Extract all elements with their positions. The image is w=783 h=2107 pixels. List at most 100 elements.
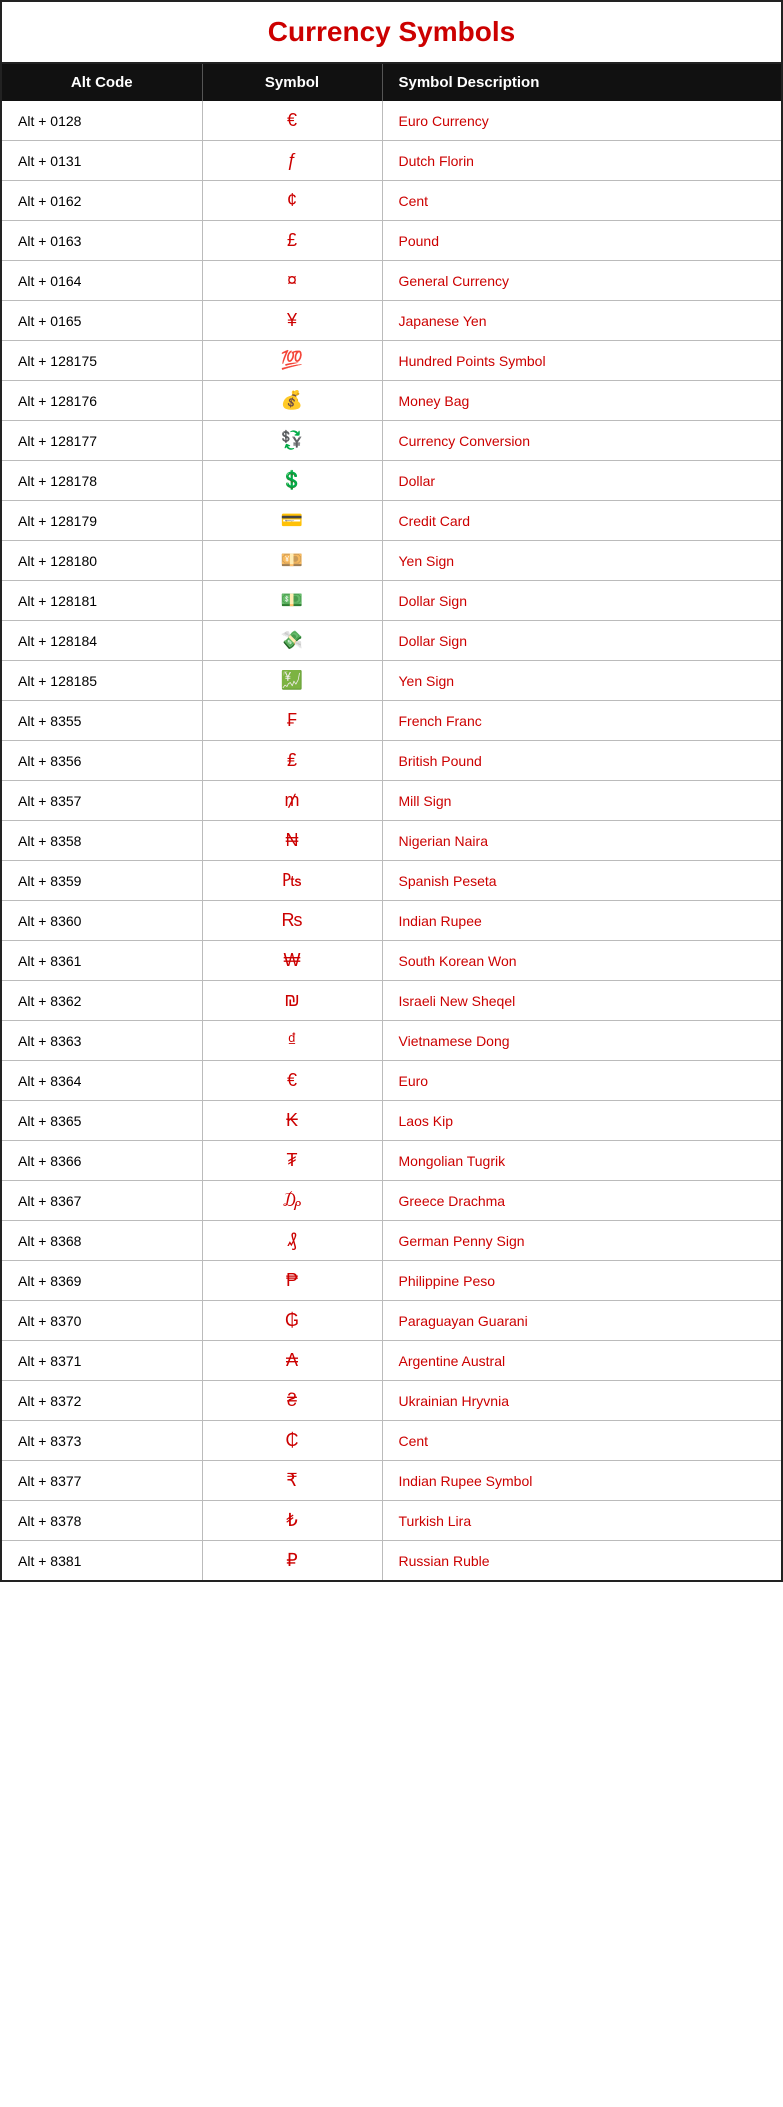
description-cell: South Korean Won (382, 941, 781, 981)
description-cell: Euro (382, 1061, 781, 1101)
description-cell: Japanese Yen (382, 301, 781, 341)
altcode-cell: Alt + 128181 (2, 581, 202, 621)
altcode-cell: Alt + 8368 (2, 1221, 202, 1261)
description-cell: Argentine Austral (382, 1341, 781, 1381)
description-cell: German Penny Sign (382, 1221, 781, 1261)
description-cell: Greece Drachma (382, 1181, 781, 1221)
description-cell: Russian Ruble (382, 1541, 781, 1581)
altcode-cell: Alt + 8359 (2, 861, 202, 901)
symbol-cell: ₰ (202, 1221, 382, 1261)
table-row: Alt + 8362₪Israeli New Sheqel (2, 981, 781, 1021)
symbol-cell: ¢ (202, 181, 382, 221)
altcode-cell: Alt + 8361 (2, 941, 202, 981)
table-row: Alt + 8373₵Cent (2, 1421, 781, 1461)
symbol-cell: ₤ (202, 741, 382, 781)
header-symbol: Symbol (202, 64, 382, 101)
description-cell: Cent (382, 1421, 781, 1461)
description-cell: Spanish Peseta (382, 861, 781, 901)
description-cell: Dollar Sign (382, 621, 781, 661)
description-cell: British Pound (382, 741, 781, 781)
description-cell: Paraguayan Guarani (382, 1301, 781, 1341)
symbol-cell: ₧ (202, 861, 382, 901)
description-cell: General Currency (382, 261, 781, 301)
altcode-cell: Alt + 8369 (2, 1261, 202, 1301)
table-row: Alt + 128175💯Hundred Points Symbol (2, 341, 781, 381)
table-row: Alt + 0165¥Japanese Yen (2, 301, 781, 341)
altcode-cell: Alt + 0163 (2, 221, 202, 261)
altcode-cell: Alt + 128176 (2, 381, 202, 421)
symbol-cell: 💵 (202, 581, 382, 621)
symbol-cell: ₪ (202, 981, 382, 1021)
table-row: Alt + 8368₰German Penny Sign (2, 1221, 781, 1261)
altcode-cell: Alt + 8355 (2, 701, 202, 741)
symbol-cell: ₵ (202, 1421, 382, 1461)
symbol-cell: 💴 (202, 541, 382, 581)
description-cell: Ukrainian Hryvnia (382, 1381, 781, 1421)
description-cell: Pound (382, 221, 781, 261)
symbol-cell: 💸 (202, 621, 382, 661)
altcode-cell: Alt + 128178 (2, 461, 202, 501)
symbol-cell: 💰 (202, 381, 382, 421)
description-cell: Dollar Sign (382, 581, 781, 621)
symbol-cell: ₽ (202, 1541, 382, 1581)
altcode-cell: Alt + 128179 (2, 501, 202, 541)
symbol-cell: ₥ (202, 781, 382, 821)
description-cell: Yen Sign (382, 661, 781, 701)
description-cell: French Franc (382, 701, 781, 741)
description-cell: Nigerian Naira (382, 821, 781, 861)
symbol-cell: ₴ (202, 1381, 382, 1421)
table-row: Alt + 8363₫Vietnamese Dong (2, 1021, 781, 1061)
table-row: Alt + 128185💹Yen Sign (2, 661, 781, 701)
description-cell: Hundred Points Symbol (382, 341, 781, 381)
table-row: Alt + 8367₯Greece Drachma (2, 1181, 781, 1221)
table-row: Alt + 0162¢Cent (2, 181, 781, 221)
symbol-cell: 💳 (202, 501, 382, 541)
symbol-cell: ₭ (202, 1101, 382, 1141)
table-row: Alt + 8364€Euro (2, 1061, 781, 1101)
description-cell: Laos Kip (382, 1101, 781, 1141)
altcode-cell: Alt + 8377 (2, 1461, 202, 1501)
description-cell: Cent (382, 181, 781, 221)
symbol-cell: ¤ (202, 261, 382, 301)
table-row: Alt + 8370₲Paraguayan Guarani (2, 1301, 781, 1341)
table-row: Alt + 8361₩South Korean Won (2, 941, 781, 981)
altcode-cell: Alt + 8362 (2, 981, 202, 1021)
symbol-cell: ₣ (202, 701, 382, 741)
table-row: Alt + 128184💸Dollar Sign (2, 621, 781, 661)
altcode-cell: Alt + 8378 (2, 1501, 202, 1541)
table-row: Alt + 8358₦Nigerian Naira (2, 821, 781, 861)
description-cell: Turkish Lira (382, 1501, 781, 1541)
description-cell: Yen Sign (382, 541, 781, 581)
table-row: Alt + 8377₹Indian Rupee Symbol (2, 1461, 781, 1501)
altcode-cell: Alt + 8358 (2, 821, 202, 861)
symbol-cell: ¥ (202, 301, 382, 341)
description-cell: Credit Card (382, 501, 781, 541)
symbol-cell: € (202, 101, 382, 141)
table-row: Alt + 128177💱Currency Conversion (2, 421, 781, 461)
table-row: Alt + 128178💲Dollar (2, 461, 781, 501)
description-cell: Money Bag (382, 381, 781, 421)
altcode-cell: Alt + 128180 (2, 541, 202, 581)
table-row: Alt + 0164¤General Currency (2, 261, 781, 301)
symbol-cell: € (202, 1061, 382, 1101)
description-cell: Mongolian Tugrik (382, 1141, 781, 1181)
description-cell: Philippine Peso (382, 1261, 781, 1301)
altcode-cell: Alt + 8360 (2, 901, 202, 941)
altcode-cell: Alt + 0128 (2, 101, 202, 141)
symbol-cell: 💲 (202, 461, 382, 501)
symbol-cell: ₮ (202, 1141, 382, 1181)
altcode-cell: Alt + 8357 (2, 781, 202, 821)
description-cell: Indian Rupee (382, 901, 781, 941)
table-row: Alt + 8359₧Spanish Peseta (2, 861, 781, 901)
table-row: Alt + 8371₳Argentine Austral (2, 1341, 781, 1381)
altcode-cell: Alt + 8371 (2, 1341, 202, 1381)
description-cell: Mill Sign (382, 781, 781, 821)
symbol-cell: ₫ (202, 1021, 382, 1061)
description-cell: Vietnamese Dong (382, 1021, 781, 1061)
description-cell: Indian Rupee Symbol (382, 1461, 781, 1501)
description-cell: Israeli New Sheqel (382, 981, 781, 1021)
altcode-cell: Alt + 8372 (2, 1381, 202, 1421)
header-description: Symbol Description (382, 64, 781, 101)
table-row: Alt + 128180💴Yen Sign (2, 541, 781, 581)
table-row: Alt + 128181💵Dollar Sign (2, 581, 781, 621)
